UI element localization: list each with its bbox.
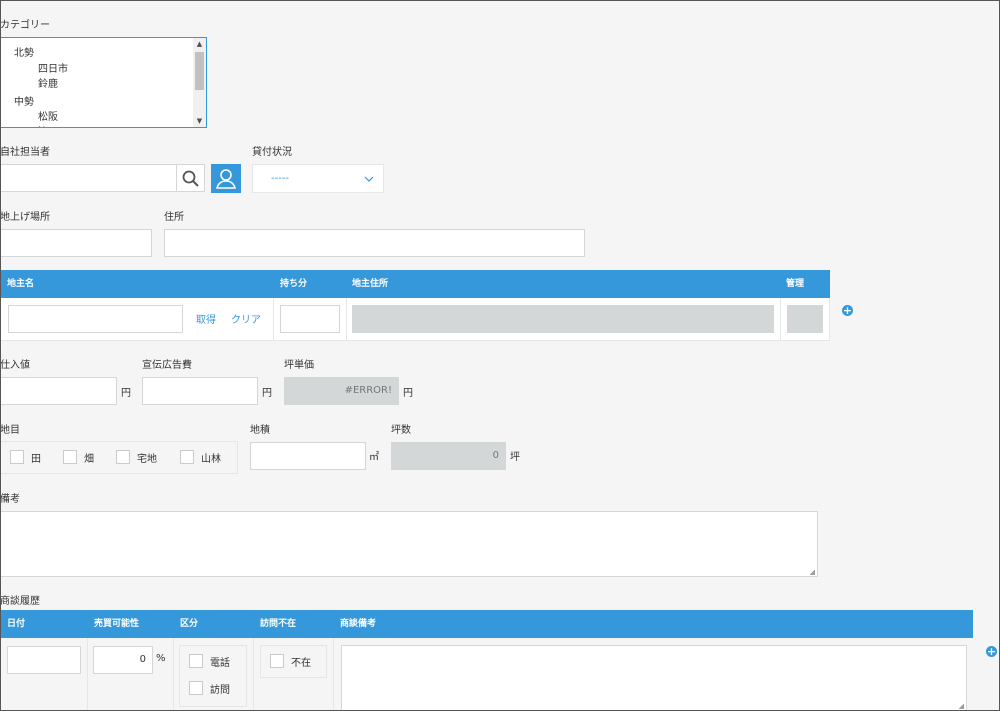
history-possibility-value: 0 xyxy=(139,654,146,665)
staff-input[interactable] xyxy=(0,164,177,192)
remarks-textarea[interactable]: ◢ xyxy=(0,511,818,577)
land-type-checkbox[interactable] xyxy=(63,450,77,464)
land-type-checkbox[interactable] xyxy=(180,450,194,464)
history-absent-option-label: 不在 xyxy=(291,658,311,669)
staff-label: 自社担当者 xyxy=(0,147,50,158)
purchase-input[interactable] xyxy=(0,377,117,405)
search-icon xyxy=(182,170,199,187)
chevron-down-icon xyxy=(364,176,374,182)
history-label: 商談履歴 xyxy=(0,596,40,607)
add-owner-row-icon[interactable]: + xyxy=(842,305,853,316)
owner-get-link[interactable]: 取得 xyxy=(196,311,216,326)
site-label: 地上げ場所 xyxy=(0,212,50,223)
history-date-input[interactable] xyxy=(7,646,81,674)
history-table-row: 0 % 電話 訪問 不在 ◢ xyxy=(0,638,973,711)
history-type-checkbox[interactable] xyxy=(189,681,203,695)
category-option[interactable]: 松阪 xyxy=(38,108,58,123)
history-possibility-input[interactable]: 0 xyxy=(93,646,153,674)
ad-cost-label: 宣伝広告費 xyxy=(142,360,192,371)
staff-search-button[interactable] xyxy=(177,164,205,192)
category-option[interactable]: 津 xyxy=(38,123,48,127)
category-option[interactable]: 中勢 xyxy=(14,93,34,108)
owner-share-input[interactable] xyxy=(280,305,340,333)
rental-select[interactable]: ----- xyxy=(252,164,384,193)
scroll-down-icon[interactable]: ▼ xyxy=(193,115,206,127)
history-memo-textarea[interactable]: ◢ xyxy=(341,645,967,711)
tsubo-count-label: 坪数 xyxy=(391,425,411,436)
rental-select-value: ----- xyxy=(271,173,290,184)
tsubo-count-unit: 坪 xyxy=(510,452,520,463)
history-type-option-label: 電話 xyxy=(210,658,230,669)
area-input[interactable] xyxy=(250,442,366,470)
purchase-unit: 円 xyxy=(121,388,131,399)
history-table-header: 日付 売買可能性 区分 訪問不在 商談備考 xyxy=(0,610,973,638)
address-input[interactable] xyxy=(164,229,585,257)
scrollbar-thumb[interactable] xyxy=(195,52,204,90)
history-possibility-unit: % xyxy=(156,653,166,664)
area-label: 地積 xyxy=(250,425,270,436)
remarks-label: 備考 xyxy=(0,494,20,505)
land-type-group: 田 畑 宅地 山林 xyxy=(0,441,238,474)
address-label: 住所 xyxy=(164,212,184,223)
land-type-option-label: 畑 xyxy=(84,454,94,465)
land-type-checkbox[interactable] xyxy=(10,450,24,464)
category-option[interactable]: 四日市 xyxy=(38,60,68,75)
owner-manage-display xyxy=(787,305,823,333)
owner-name-header: 地主名 xyxy=(7,279,35,289)
owner-manage-header: 管理 xyxy=(786,279,805,289)
rental-label: 貸付状況 xyxy=(252,147,292,158)
resize-handle-icon[interactable]: ◢ xyxy=(810,568,815,576)
owner-name-input[interactable] xyxy=(8,305,183,333)
tsubo-price-display: #ERROR! xyxy=(284,377,399,405)
history-absent-checkbox[interactable] xyxy=(270,654,284,668)
staff-user-button[interactable] xyxy=(211,164,241,193)
category-listbox[interactable]: 北勢 四日市 鈴鹿 中勢 松阪 津 ▲ ▼ xyxy=(0,37,207,128)
history-date-header: 日付 xyxy=(7,619,26,629)
land-type-checkbox[interactable] xyxy=(116,450,130,464)
tsubo-count-display: 0 xyxy=(391,442,506,470)
category-option[interactable]: 鈴鹿 xyxy=(38,75,58,90)
land-type-option-label: 山林 xyxy=(201,454,221,465)
scroll-up-icon[interactable]: ▲ xyxy=(193,38,206,50)
site-input[interactable] xyxy=(0,229,152,257)
user-icon xyxy=(215,169,237,189)
category-label: カテゴリー xyxy=(0,20,50,31)
history-absent-group: 不在 xyxy=(260,645,327,678)
ad-cost-input[interactable] xyxy=(142,377,258,405)
history-type-option-label: 訪問 xyxy=(210,685,230,696)
owner-clear-link[interactable]: クリア xyxy=(231,311,261,326)
land-type-option-label: 宅地 xyxy=(137,454,157,465)
tsubo-price-value: #ERROR! xyxy=(344,385,392,396)
history-absent-header: 訪問不在 xyxy=(260,619,297,629)
owner-table-row: 取得 クリア xyxy=(0,298,830,341)
resize-handle-icon[interactable]: ◢ xyxy=(959,702,964,710)
add-history-row-icon[interactable]: + xyxy=(986,646,997,657)
purchase-label: 仕入値 xyxy=(0,360,30,371)
area-unit: ㎡ xyxy=(369,452,379,463)
tsubo-count-value: 0 xyxy=(492,450,499,461)
category-scrollbar[interactable]: ▲ ▼ xyxy=(193,38,206,127)
history-memo-header: 商談備考 xyxy=(340,619,377,629)
tsubo-price-label: 坪単価 xyxy=(284,360,314,371)
owner-table-header: 地主名 持ち分 地主住所 管理 xyxy=(0,270,830,298)
history-type-checkbox[interactable] xyxy=(189,654,203,668)
owner-address-header: 地主住所 xyxy=(352,279,389,289)
tsubo-price-unit: 円 xyxy=(403,388,413,399)
land-type-option-label: 田 xyxy=(31,454,41,465)
history-possibility-header: 売買可能性 xyxy=(94,619,140,629)
history-type-header: 区分 xyxy=(180,619,199,629)
owner-share-header: 持ち分 xyxy=(280,279,308,289)
category-option[interactable]: 北勢 xyxy=(14,44,34,59)
owner-address-display xyxy=(352,305,774,333)
history-type-group: 電話 訪問 xyxy=(179,645,247,707)
land-type-label: 地目 xyxy=(0,425,20,436)
ad-cost-unit: 円 xyxy=(262,388,272,399)
